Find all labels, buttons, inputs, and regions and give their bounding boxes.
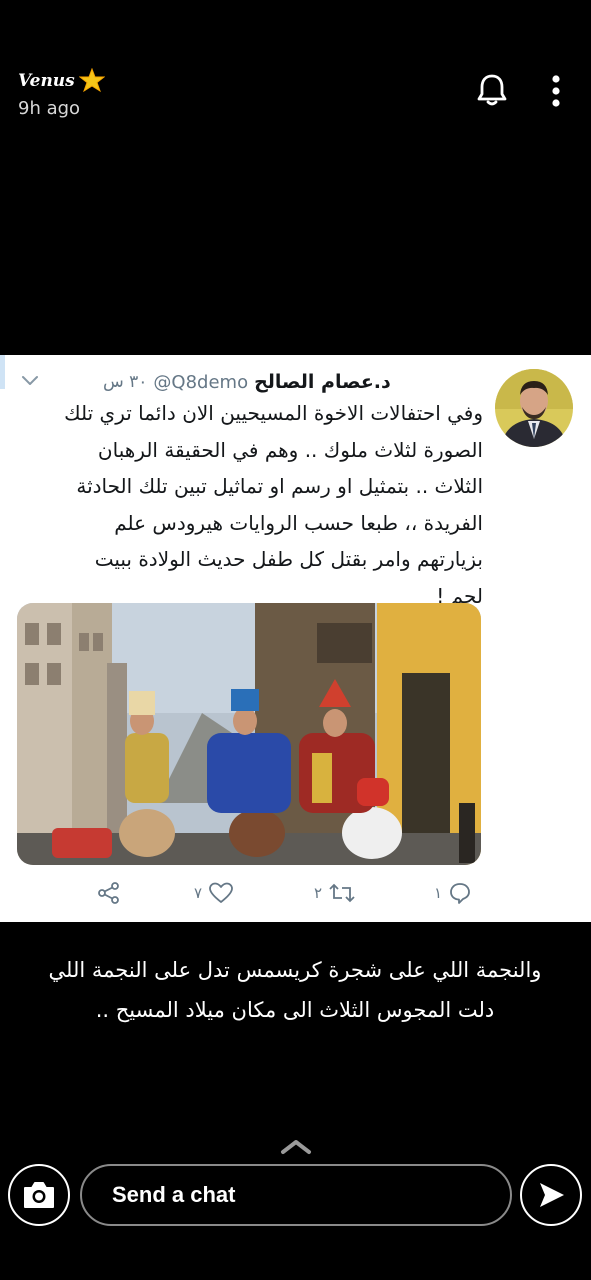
camera-icon xyxy=(24,1182,54,1208)
tweet-time: ٣٠ س xyxy=(103,372,148,392)
send-arrow-icon xyxy=(540,1183,564,1207)
heart-icon xyxy=(209,882,233,903)
tweet-card: د.عصام الصالح @Q8demo ٣٠ س وفي احتفالات … xyxy=(0,355,591,922)
more-vertical-icon[interactable] xyxy=(544,74,568,108)
time-ago: 9h ago xyxy=(18,98,81,119)
tweet-photo[interactable] xyxy=(17,603,481,865)
tweet-header: د.عصام الصالح @Q8demo ٣٠ س xyxy=(103,367,483,397)
share-action[interactable] xyxy=(96,881,122,905)
reply-count: ١ xyxy=(434,884,443,902)
card-accent xyxy=(0,355,5,389)
avatar[interactable] xyxy=(495,369,573,447)
tweet-text: وفي احتفالات الاخوة المسيحيين الان دائما… xyxy=(64,401,483,608)
camera-button[interactable] xyxy=(8,1164,70,1226)
user-name: Venus xyxy=(18,71,75,91)
story-user[interactable]: Venus xyxy=(18,68,105,94)
retweet-action[interactable]: ٢ xyxy=(314,881,356,905)
chevron-down-icon[interactable] xyxy=(20,373,40,387)
chevron-up-icon[interactable] xyxy=(280,1138,312,1156)
user-handle[interactable]: @Q8demo xyxy=(153,372,248,393)
star-emoji-icon xyxy=(78,68,105,93)
like-action[interactable]: ٧ xyxy=(194,881,234,905)
chat-placeholder: Send a chat xyxy=(112,1182,236,1207)
send-button[interactable] xyxy=(520,1164,582,1226)
story-header: Venus 9h ago xyxy=(0,0,591,140)
share-icon xyxy=(98,882,119,904)
tweet-actions: ١ ٢ ٧ xyxy=(0,875,591,915)
bell-icon[interactable] xyxy=(474,72,510,108)
display-name[interactable]: د.عصام الصالح xyxy=(254,371,391,393)
reply-icon xyxy=(450,883,470,904)
retweet-count: ٢ xyxy=(314,884,323,902)
reply-action[interactable]: ١ xyxy=(434,881,472,905)
like-count: ٧ xyxy=(194,884,203,902)
chat-input[interactable]: Send a chat xyxy=(80,1164,512,1226)
story-caption: والنجمة اللي على شجرة كريسمس تدل على الن… xyxy=(48,958,542,1022)
retweet-icon xyxy=(329,883,355,903)
